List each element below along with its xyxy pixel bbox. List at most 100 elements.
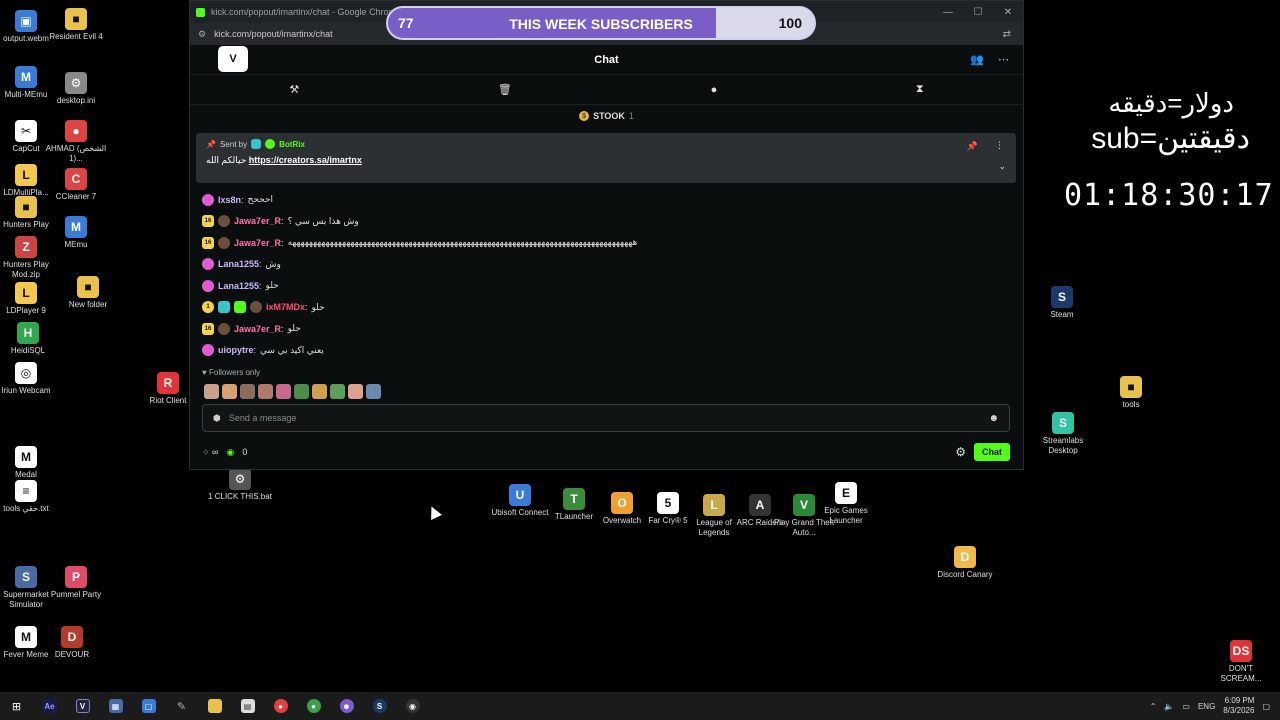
- taskbar-explorer[interactable]: [198, 692, 231, 720]
- chevron-down-icon[interactable]: ⌄: [998, 161, 1006, 172]
- desktop-icon-bottom-7[interactable]: E Epic Games Launcher: [814, 482, 878, 526]
- emote-item[interactable]: [204, 384, 219, 399]
- desktop-icon-left-18[interactable]: ≡ tools حقي.txt: [0, 480, 58, 514]
- emote-item[interactable]: [240, 384, 255, 399]
- translate-icon[interactable]: ⇄: [1003, 29, 1011, 40]
- desktop-icon-left-11[interactable]: L LDPlayer 9: [0, 282, 58, 316]
- app-icon: T: [563, 488, 585, 510]
- chat-username[interactable]: Jawa7er_R: [234, 216, 281, 226]
- taskbar-tool[interactable]: ✎: [165, 692, 198, 720]
- points-icon[interactable]: ⁘ ∞: [202, 447, 218, 458]
- minimize-icon[interactable]: —: [933, 7, 963, 18]
- chat-username[interactable]: Jawa7er_R: [234, 238, 281, 248]
- taskbar-obs[interactable]: ◉: [396, 692, 429, 720]
- start-button[interactable]: ⊞: [0, 692, 33, 720]
- chat-username[interactable]: Lana1255: [218, 259, 259, 269]
- emote-item[interactable]: [258, 384, 273, 399]
- app-icon: H: [17, 322, 39, 344]
- desktop-icon-label: Discord Canary: [937, 570, 993, 579]
- users-icon[interactable]: 👥: [970, 53, 984, 66]
- pinned-more-icon[interactable]: ⋮: [995, 140, 1004, 151]
- taskbar-chrome-2[interactable]: ●: [297, 692, 330, 720]
- taskbar-app[interactable]: ▢: [132, 692, 165, 720]
- subathon-timer: 01:18:30:17: [1064, 178, 1274, 213]
- emote-item[interactable]: [348, 384, 363, 399]
- tray-chevron-icon[interactable]: ⌃: [1150, 702, 1157, 711]
- cyan-badge-icon: [218, 301, 230, 314]
- app-icon: S: [1051, 286, 1073, 308]
- app-icon: L: [703, 494, 725, 516]
- emote-item[interactable]: [330, 384, 345, 399]
- desktop-icon-right-1[interactable]: ■ tools: [1099, 376, 1163, 410]
- maximize-icon[interactable]: ☐: [963, 7, 993, 18]
- taskbar-after-effects[interactable]: Ae: [33, 692, 66, 720]
- chat-text: وش: [265, 258, 281, 269]
- emoji-icon[interactable]: ☻: [988, 413, 999, 424]
- desktop-icon-left-14[interactable]: ◎ Iriun Webcam: [0, 362, 58, 396]
- chat-separator: :: [281, 323, 284, 334]
- desktop-icon-label: Streamlabs Desktop: [1042, 436, 1084, 455]
- url-text[interactable]: kick.com/popout/imartinx/chat: [214, 29, 333, 39]
- desktop-icon-right-2[interactable]: S Streamlabs Desktop: [1031, 412, 1095, 456]
- pen-icon: ✎: [176, 700, 187, 713]
- hourglass-icon[interactable]: ⧗: [916, 83, 924, 96]
- desktop-icon-left-22[interactable]: D DEVOUR: [40, 626, 104, 660]
- site-info-icon[interactable]: ⚙: [198, 29, 206, 40]
- notifications-icon[interactable]: ▢: [1262, 702, 1270, 711]
- app-icon: M: [65, 216, 87, 238]
- app-icon: V: [793, 494, 815, 516]
- chat-text: يعني اكيد بي سي: [260, 344, 324, 355]
- hammer-icon[interactable]: ⚒: [289, 83, 299, 96]
- desktop-icon-right-3[interactable]: D Discord Canary: [933, 546, 997, 580]
- network-icon[interactable]: ▭: [1182, 702, 1190, 711]
- desktop-icon-label: output.webm: [3, 34, 49, 43]
- bot-name[interactable]: BotRix: [279, 140, 305, 149]
- desktop-icon-label: CCleaner 7: [55, 192, 97, 201]
- settings-icon[interactable]: ⚙: [955, 445, 966, 459]
- chat-send-button[interactable]: Chat: [974, 443, 1010, 461]
- close-icon[interactable]: ✕: [993, 7, 1023, 18]
- desktop-icon-left-16[interactable]: M Medal: [0, 446, 58, 480]
- emote-item[interactable]: [276, 384, 291, 399]
- desktop-icon-right-4[interactable]: DS DON'T SCREAM...: [1209, 640, 1273, 684]
- unpin-icon[interactable]: 📌: [967, 141, 978, 152]
- desktop-icon-left-13[interactable]: H HeidiSQL: [0, 322, 60, 356]
- trash-icon[interactable]: 🗑: [498, 83, 512, 96]
- browser-title: kick.com/popout/imartinx/chat - Google C…: [211, 7, 402, 17]
- pin-small-icon: 📌: [206, 139, 216, 149]
- desktop-icon-left-10[interactable]: Z Hunters Play Mod.zip: [0, 236, 58, 280]
- message-input[interactable]: ⬢ Send a message ☻: [202, 404, 1010, 432]
- desktop-icon-left-1[interactable]: ■ Resident Evil 4: [44, 8, 108, 42]
- chat-username[interactable]: ixM7MDx: [266, 302, 305, 312]
- app-icon: E: [835, 482, 857, 504]
- desktop-icon-left-12[interactable]: ■ New folder: [56, 276, 120, 310]
- desktop-icon-left-20[interactable]: P Pummel Party: [44, 566, 108, 600]
- taskbar-steam[interactable]: S: [363, 692, 396, 720]
- chat-username[interactable]: uiopytre: [218, 345, 254, 355]
- channel-logo[interactable]: V: [218, 46, 248, 72]
- message-placeholder[interactable]: Send a message: [229, 413, 297, 423]
- desktop-icon-left-3[interactable]: ⚙ desktop.ini: [44, 72, 108, 106]
- taskbar-calculator[interactable]: ▦: [99, 692, 132, 720]
- chat-bubble-icon[interactable]: ●: [711, 84, 718, 96]
- more-options-icon[interactable]: ⋯: [998, 53, 1009, 66]
- taskbar-store[interactable]: ▤: [231, 692, 264, 720]
- chat-username[interactable]: Jawa7er_R: [234, 324, 281, 334]
- pinned-link[interactable]: https://creators.sa/imartnx: [249, 155, 362, 165]
- language-indicator[interactable]: ENG: [1198, 702, 1215, 711]
- taskbar-vegas[interactable]: V: [66, 692, 99, 720]
- emote-item[interactable]: [294, 384, 309, 399]
- app-icon: ⚙: [65, 72, 87, 94]
- desktop-icon-left-5[interactable]: ● AHMAD (الشخص 1)...: [44, 120, 108, 164]
- taskbar-chrome[interactable]: ●: [264, 692, 297, 720]
- volume-icon[interactable]: 🔈: [1164, 702, 1174, 711]
- chat-username[interactable]: lxs8n: [218, 195, 241, 205]
- emote-item[interactable]: [222, 384, 237, 399]
- desktop-icon-right-0[interactable]: S Steam: [1030, 286, 1094, 320]
- clock[interactable]: 6:09 PM 8/3/2026: [1223, 696, 1254, 716]
- emote-item[interactable]: [312, 384, 327, 399]
- taskbar-discord[interactable]: ☻: [330, 692, 363, 720]
- emote-item[interactable]: [366, 384, 381, 399]
- chat-username[interactable]: Lana1255: [218, 281, 259, 291]
- desktop-icon-left-17[interactable]: ⚙ 1 CLICK THIS.bat: [208, 468, 272, 502]
